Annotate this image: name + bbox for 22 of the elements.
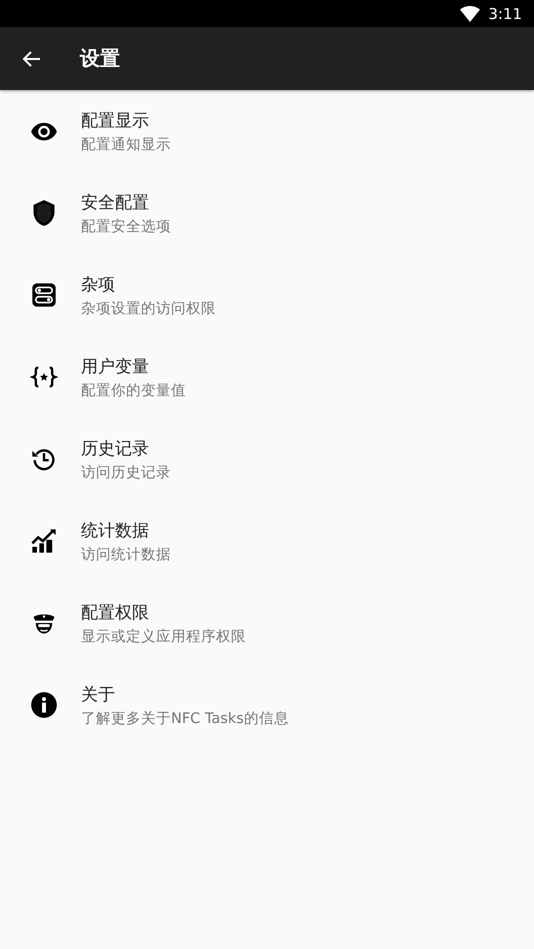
setting-title[interactable]: 用户变量 [81,354,186,378]
chart-icon [30,527,58,555]
setting-description: 访问统计数据 [81,546,171,564]
wifi-icon [460,6,480,22]
toggles-icon [30,281,58,309]
setting-description: 访问历史记录 [81,464,171,482]
clock-time: 3:11 [488,4,522,22]
setting-title[interactable]: 安全配置 [81,190,171,214]
setting-title[interactable]: 杂项 [81,272,216,296]
setting-title[interactable]: 历史记录 [81,436,171,460]
info-icon [30,691,58,719]
setting-description: 配置通知显示 [81,136,171,154]
setting-title[interactable]: 配置权限 [81,600,246,624]
setting-description: 配置你的变量值 [81,382,186,400]
setting-title[interactable]: 统计数据 [81,518,171,542]
setting-description: 配置安全选项 [81,218,171,236]
setting-description: 杂项设置的访问权限 [81,300,216,318]
setting-description: 了解更多关于NFC Tasks的信息 [81,710,289,728]
setting-title[interactable]: 配置显示 [81,108,171,132]
setting-description: 显示或定义应用程序权限 [81,628,246,646]
page-title: 设置 [80,45,120,72]
setting-title[interactable]: 关于 [81,682,289,706]
